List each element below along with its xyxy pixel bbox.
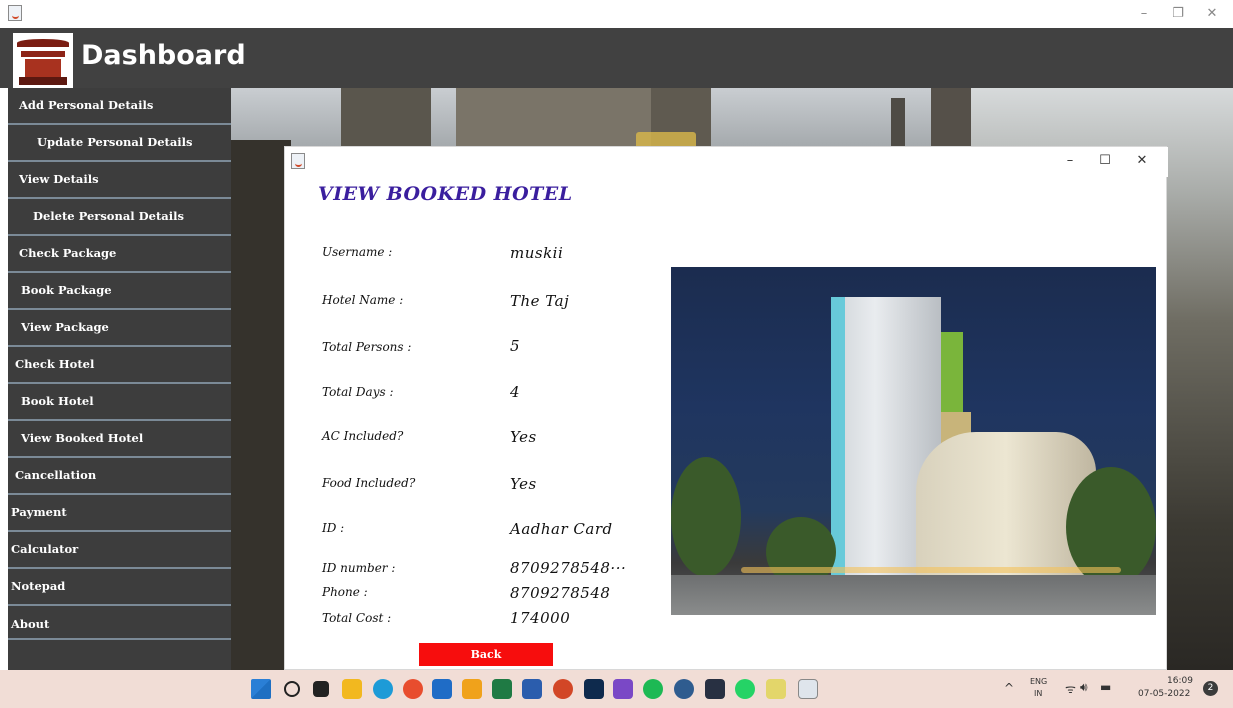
hotel-name-value: The Taj xyxy=(510,292,570,310)
file-explorer-icon[interactable] xyxy=(342,679,362,699)
pagoda-logo xyxy=(13,33,73,89)
sidebar-item-check-package[interactable]: Check Package xyxy=(8,236,231,273)
wifi-icon[interactable]: ᯤ xyxy=(1065,680,1076,697)
username-label: Username : xyxy=(322,245,393,259)
word-icon[interactable] xyxy=(522,679,542,699)
java-app-icon xyxy=(8,5,22,21)
visual-studio-icon[interactable] xyxy=(613,679,633,699)
id-number-label: ID number : xyxy=(322,561,396,575)
total-cost-label: Total Cost : xyxy=(322,611,392,625)
total-days-value: 4 xyxy=(510,383,521,401)
username-value: muskii xyxy=(510,244,564,262)
sidebar-item-notepad[interactable]: Notepad xyxy=(8,569,231,606)
dialog-close-button[interactable]: ✕ xyxy=(1128,151,1156,171)
ac-included-value: Yes xyxy=(510,428,537,446)
total-days-label: Total Days : xyxy=(322,385,394,399)
edge-browser-icon[interactable] xyxy=(373,679,393,699)
dialog-titlebar: – ☐ ✕ xyxy=(285,147,1168,177)
language-label[interactable]: ENG xyxy=(1030,677,1047,686)
sidebar-item-update-personal-details[interactable]: Update Personal Details xyxy=(8,125,231,162)
app-titlebar: – ❐ ✕ xyxy=(0,0,1233,28)
battery-icon[interactable]: ▬ xyxy=(1100,680,1111,694)
mysql-workbench-icon[interactable] xyxy=(705,679,725,699)
clock-date[interactable]: 07-05-2022 xyxy=(1138,689,1190,699)
dialog-title: VIEW BOOKED HOTEL xyxy=(318,183,573,205)
dialog-minimize-button[interactable]: – xyxy=(1056,151,1084,171)
sidebar-item-cancellation[interactable]: Cancellation xyxy=(8,458,231,495)
id-type-label: ID : xyxy=(322,521,345,535)
view-booked-hotel-dialog: – ☐ ✕ VIEW BOOKED HOTEL Username : muski… xyxy=(284,146,1168,670)
powerpoint-icon[interactable] xyxy=(553,679,573,699)
phone-label: Phone : xyxy=(322,585,368,599)
sidebar-item-about[interactable]: About xyxy=(8,606,231,640)
dashboard-title: Dashboard xyxy=(81,40,246,71)
dashboard-header: Dashboard xyxy=(0,28,1233,89)
java-app-icon xyxy=(291,153,305,169)
total-persons-value: 5 xyxy=(510,337,521,355)
sublime-text-icon[interactable] xyxy=(462,679,482,699)
sidebar-item-check-hotel[interactable]: Check Hotel xyxy=(8,347,231,384)
sidebar-item-view-details[interactable]: View Details xyxy=(8,162,231,199)
search-icon[interactable] xyxy=(284,681,300,697)
total-persons-label: Total Persons : xyxy=(322,340,412,354)
sidebar-item-calculator[interactable]: Calculator xyxy=(8,532,231,569)
hotel-name-label: Hotel Name : xyxy=(322,293,404,307)
virtualbox-icon[interactable] xyxy=(674,679,694,699)
tray-chevron-icon[interactable]: ^ xyxy=(1004,681,1014,695)
id-number-value: 8709278548··· xyxy=(510,559,627,577)
region-label: IN xyxy=(1034,689,1043,698)
back-button[interactable]: Back xyxy=(419,643,553,666)
close-button[interactable]: ✕ xyxy=(1197,4,1227,24)
volume-icon[interactable]: 🔊︎ xyxy=(1080,680,1088,695)
chrome-browser-icon[interactable] xyxy=(403,679,423,699)
dialog-maximize-button[interactable]: ☐ xyxy=(1091,151,1119,171)
sidebar-item-add-personal-details[interactable]: Add Personal Details xyxy=(8,88,231,125)
whatsapp-icon[interactable] xyxy=(735,679,755,699)
sidebar-item-delete-personal-details[interactable]: Delete Personal Details xyxy=(8,199,231,236)
notification-badge[interactable]: 2 xyxy=(1203,681,1218,696)
sidebar: Add Personal Details Update Personal Det… xyxy=(8,88,231,670)
java-taskbar-icon[interactable] xyxy=(798,679,818,699)
ac-included-label: AC Included? xyxy=(322,429,404,443)
task-view-icon[interactable] xyxy=(313,681,329,697)
spotify-icon[interactable] xyxy=(643,679,663,699)
food-included-value: Yes xyxy=(510,475,537,493)
clock-time[interactable]: 16:09 xyxy=(1167,676,1193,686)
notepad-icon[interactable] xyxy=(766,679,786,699)
minimize-button[interactable]: – xyxy=(1129,4,1159,24)
windows-start-icon[interactable] xyxy=(251,679,271,699)
windows-taskbar: ^ ENG IN ᯤ 🔊︎ ▬ 16:09 07-05-2022 xyxy=(0,670,1233,708)
phone-value: 8709278548 xyxy=(510,584,611,602)
excel-icon[interactable] xyxy=(492,679,512,699)
id-type-value: Aadhar Card xyxy=(510,520,613,538)
microsoft-store-icon[interactable] xyxy=(432,679,452,699)
sidebar-item-book-package[interactable]: Book Package xyxy=(8,273,231,310)
sidebar-item-book-hotel[interactable]: Book Hotel xyxy=(8,384,231,421)
hotel-photo xyxy=(671,267,1156,615)
photoshop-icon[interactable] xyxy=(584,679,604,699)
sidebar-item-view-booked-hotel[interactable]: View Booked Hotel xyxy=(8,421,231,458)
total-cost-value: 174000 xyxy=(510,609,571,627)
food-included-label: Food Included? xyxy=(322,476,416,490)
sidebar-item-view-package[interactable]: View Package xyxy=(8,310,231,347)
sidebar-item-payment[interactable]: Payment xyxy=(8,495,231,532)
restore-button[interactable]: ❐ xyxy=(1163,4,1193,24)
